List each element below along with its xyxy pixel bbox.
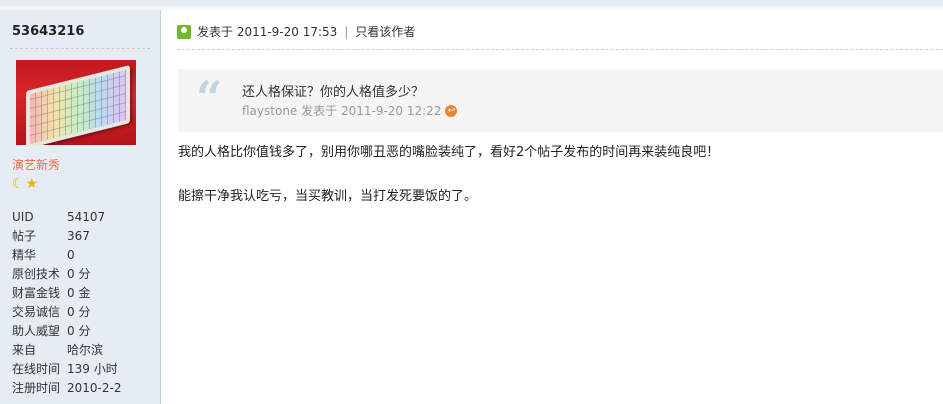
only-author-link[interactable]: 只看该作者 — [355, 25, 415, 39]
rank-badges-icon: ☾★ — [12, 176, 40, 192]
online-status-icon — [177, 24, 191, 39]
quote-block: “ 还人格保证？你的人格值多少？ flaystone 发表于 2011-9-20… — [178, 69, 943, 132]
quote-text: 还人格保证？你的人格值多少？ — [242, 85, 425, 100]
user-stats: UID 54107 帖子 367 精华 0 原创技术 0 分 财富金钱 0 金 交易诚信 0… — [12, 208, 121, 398]
back-to-post-icon[interactable]: ↩ — [445, 104, 458, 117]
stat-prestige: 助人威望 0 分 — [12, 324, 91, 338]
user-group[interactable]: 演艺新秀 — [12, 156, 60, 173]
stat-trade-credit: 交易诚信 0 分 — [12, 305, 91, 319]
stat-online-time: 在线时间 139 小时 — [12, 362, 118, 376]
author-sidebar: 53643216 演艺新秀 ☾★ UID 54107 帖子 367 精华 0 原创技术… — [0, 10, 161, 404]
post-time: 发表于 2011-9-20 17:53 — [197, 25, 338, 39]
stat-register-time: 注册时间 2010-2-2 — [12, 381, 122, 395]
post-body-line-1: 我的人格比你值钱多了，别用你哪丑恶的嘴脸装纯了，看好2个帖子发布的时间再来装纯良… — [178, 145, 720, 160]
stat-posts: 帖子 367 — [12, 229, 90, 243]
sidebar-divider — [10, 48, 150, 49]
author-name[interactable]: 53643216 — [12, 24, 84, 39]
post-header: 发表于 2011-9-20 17:53 | 只看该作者 — [177, 22, 415, 42]
header-divider — [177, 49, 943, 50]
stat-original-tech: 原创技术 0 分 — [12, 267, 91, 281]
stat-uid: UID 54107 — [12, 210, 106, 224]
stat-digest: 精华 0 — [12, 248, 75, 262]
keyboard-avatar-image — [26, 65, 130, 145]
stat-location: 来自 哈尔滨 — [12, 343, 104, 357]
stat-money: 财富金钱 0 金 — [12, 286, 91, 300]
avatar[interactable] — [16, 60, 136, 145]
quote-time: 发表于 2011-9-20 12:22 — [301, 104, 442, 118]
quote-mark-icon: “ — [196, 71, 223, 125]
quote-author: flaystone — [242, 104, 298, 118]
quote-meta: flaystone 发表于 2011-9-20 12:22 ↩ — [242, 102, 458, 119]
header-separator: | — [344, 25, 349, 39]
post-content-area: 发表于 2011-9-20 17:53 | 只看该作者 “ 还人格保证？你的人格值多… — [161, 10, 943, 404]
post-body-line-2: 能擦干净我认吃亏，当买教训，当打发死要饭的了。 — [178, 189, 478, 204]
